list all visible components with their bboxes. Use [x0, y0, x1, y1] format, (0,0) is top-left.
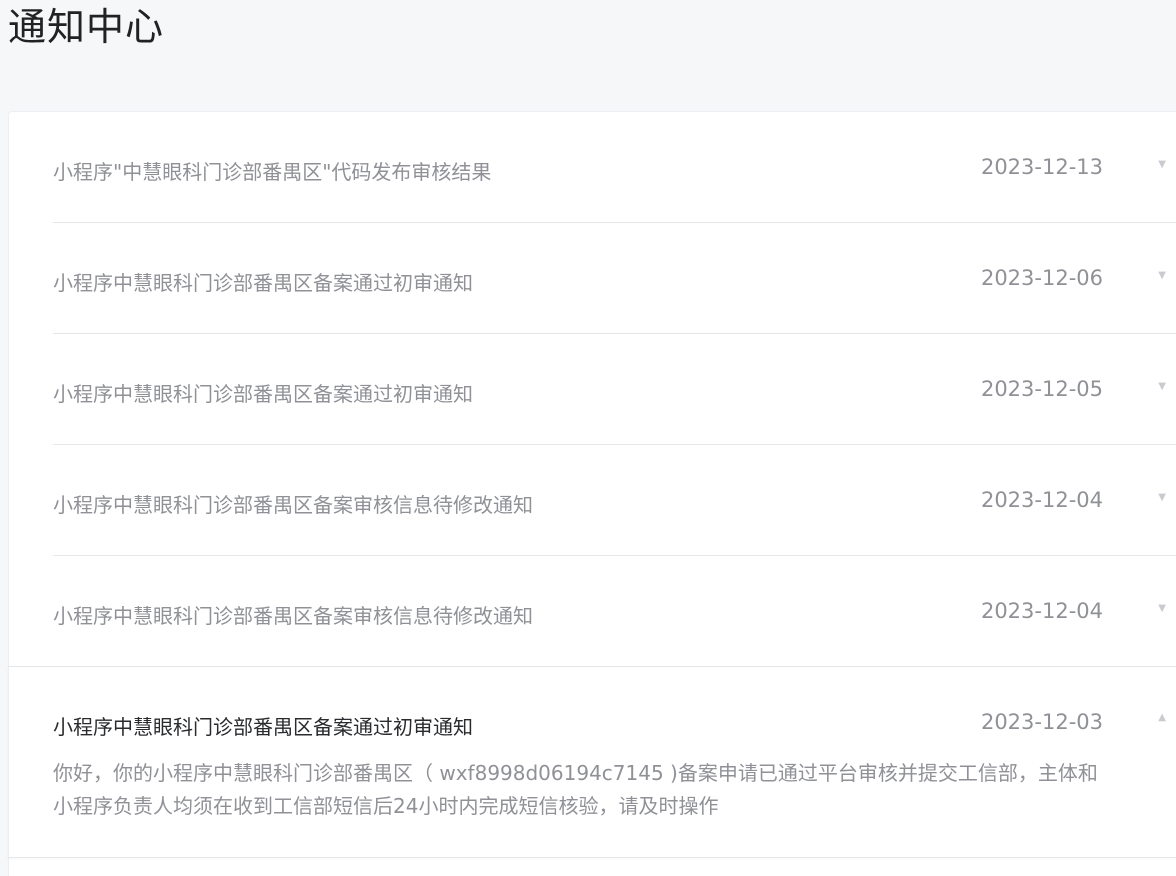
notice-item[interactable]: 小程序中慧眼科门诊部番禺区备案审核信息待修改通知 2023-12-04 ▼	[53, 556, 1176, 667]
page-title: 通知中心	[8, 5, 165, 49]
notice-date: 2023-12-04	[980, 599, 1103, 623]
chevron-down-icon[interactable]: ▼	[1158, 159, 1166, 170]
notice-content: 你好，你的小程序中慧眼科门诊部番禺区（ wxf8998d06194c7145 )…	[53, 761, 1098, 818]
notice-title: 小程序中慧眼科门诊部番禺区备案通过初审通知	[53, 715, 473, 739]
notice-item[interactable]: 小程序中慧眼科门诊部番禺区备案通过初审通知 2023-12-06 ▼	[53, 223, 1176, 334]
notice-title: 小程序中慧眼科门诊部番禺区备案审核信息待修改通知	[53, 493, 533, 517]
notice-title: 小程序中慧眼科门诊部番禺区备案通过初审通知	[53, 271, 473, 295]
chevron-down-icon[interactable]: ▼	[1158, 492, 1166, 503]
chevron-up-icon[interactable]: ▲	[1158, 712, 1166, 723]
notice-title: 小程序中慧眼科门诊部番禺区备案审核信息待修改通知	[53, 604, 533, 628]
notice-date: 2023-12-05	[980, 377, 1103, 401]
chevron-down-icon[interactable]: ▼	[1158, 381, 1166, 392]
notice-list: 小程序"中慧眼科门诊部番禺区"代码发布审核结果 2023-12-13 ▼ 小程序…	[8, 111, 1176, 876]
notice-date: 2023-12-13	[980, 155, 1103, 179]
notice-title: 小程序中慧眼科门诊部番禺区备案通过初审通知	[53, 382, 473, 406]
notice-date: 2023-12-04	[980, 488, 1103, 512]
notice-item[interactable]: 小程序中慧眼科门诊部番禺区备案通过初审通知 2023-12-05 ▼	[53, 334, 1176, 445]
notice-date: 2023-12-03	[980, 710, 1103, 734]
notice-item[interactable]: 小程序"中慧眼科门诊部番禺区"代码发布审核结果 2023-12-13 ▼	[53, 112, 1176, 223]
notice-item-expanded[interactable]: 小程序中慧眼科门诊部番禺区备案通过初审通知 2023-12-03 ▲ 你好，你的…	[8, 666, 1176, 858]
notice-title: 小程序"中慧眼科门诊部番禺区"代码发布审核结果	[53, 160, 492, 184]
notice-date: 2023-12-06	[980, 266, 1103, 290]
chevron-down-icon[interactable]: ▼	[1158, 270, 1166, 281]
notice-item[interactable]: 小程序中慧眼科门诊部番禺区备案审核信息待修改通知 2023-12-04 ▼	[53, 445, 1176, 556]
chevron-down-icon[interactable]: ▼	[1158, 603, 1166, 614]
